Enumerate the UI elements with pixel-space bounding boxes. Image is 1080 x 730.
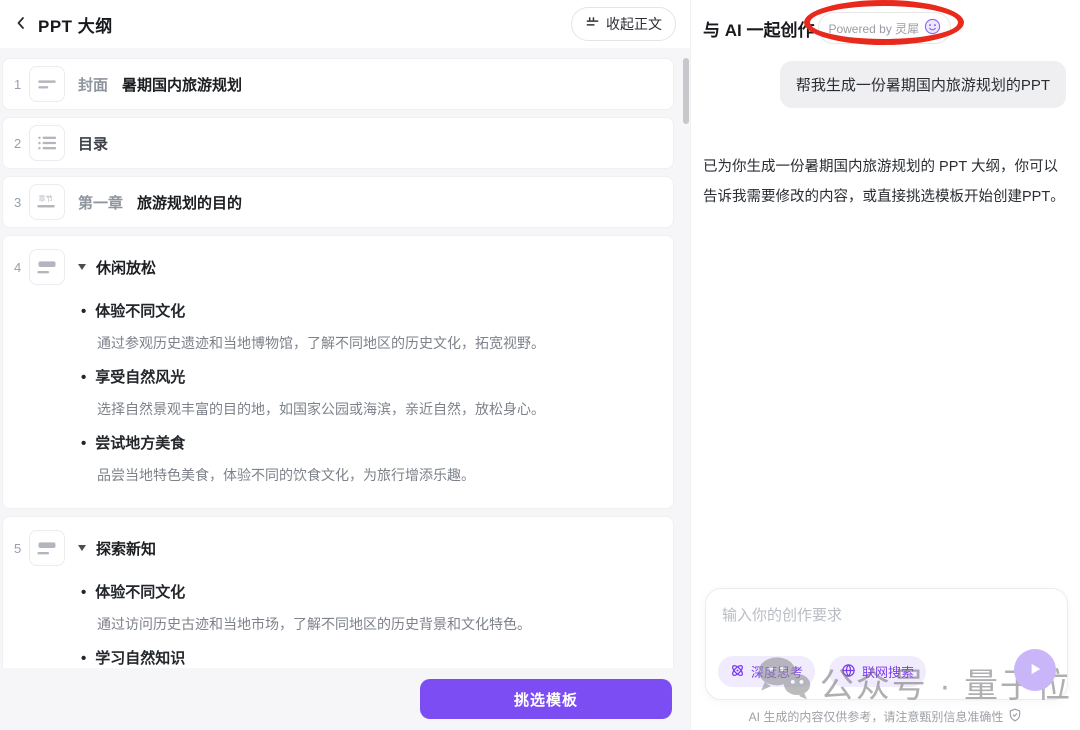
composer-options: 深度思考 联网搜索: [718, 656, 926, 687]
chapter-slide-icon: 章节: [29, 184, 65, 220]
chat-title: 与 AI 一起创作: [703, 16, 814, 41]
bullet-desc: 选择自然景观丰富的目的地，如国家公园或海滨，亲近自然，放松身心。: [97, 399, 661, 419]
outline-item-explore[interactable]: 5 探索新知 • 体验不同文化 通过访问历史古迹和当地市场，了解不同地区的历史背景…: [2, 516, 674, 668]
send-icon: [1026, 660, 1044, 681]
item-type-label: 封面: [78, 74, 108, 95]
item-number: 2: [11, 136, 27, 151]
bullet-dot: •: [81, 434, 86, 454]
globe-icon: [841, 663, 856, 681]
outline-list: 1 封面 暑期国内旅游规划 2 目录 3 章节: [0, 48, 690, 668]
ai-message: 已为你生成一份暑期国内旅游规划的 PPT 大纲，你可以告诉我需要修改的内容，或直…: [703, 152, 1066, 212]
outline-item-chapter[interactable]: 3 章节 第一章 旅游规划的目的: [2, 176, 674, 228]
bullet-item: • 尝试地方美食: [81, 434, 661, 454]
item-title: 目录: [78, 133, 108, 154]
app-window: PPT 大纲 收起正文 1 封面 暑期国内旅游规划 2: [0, 0, 1080, 730]
powered-by-badge: Powered by 灵犀: [818, 12, 951, 44]
bullet-title: 体验不同文化: [95, 583, 185, 603]
powered-by-label: Powered by 灵犀: [828, 20, 919, 37]
bullet-dot: •: [81, 302, 86, 322]
outline-item-cover[interactable]: 1 封面 暑期国内旅游规划: [2, 58, 674, 110]
bullet-title: 学习自然知识: [95, 649, 185, 668]
collapse-body-label: 收起正文: [606, 14, 662, 34]
collapse-body-button[interactable]: 收起正文: [571, 7, 676, 41]
svg-text:章节: 章节: [39, 194, 53, 203]
web-search-label: 联网搜索: [862, 662, 914, 681]
content-slide-icon: [29, 530, 65, 566]
cover-slide-icon: [29, 66, 65, 102]
item-header: 5 探索新知: [11, 530, 661, 566]
page-title: PPT 大纲: [38, 12, 113, 37]
web-search-toggle[interactable]: 联网搜索: [829, 656, 926, 687]
outline-panel: PPT 大纲 收起正文 1 封面 暑期国内旅游规划 2: [0, 0, 690, 730]
bullet-item: • 体验不同文化: [81, 583, 661, 603]
bullet-title: 体验不同文化: [95, 302, 185, 322]
back-button[interactable]: [10, 13, 32, 35]
item-title: 暑期国内旅游规划: [122, 74, 242, 95]
pick-template-button[interactable]: 挑选模板: [420, 679, 672, 719]
bullet-list: •体验不同文化 通过访问历史古迹和当地市场，了解不同地区的历史背景和文化特色。 …: [81, 583, 661, 668]
item-number: 5: [11, 541, 27, 556]
collapse-lines-icon: [585, 15, 600, 33]
prompt-input[interactable]: [722, 604, 1053, 646]
composer-card: 深度思考 联网搜索: [705, 588, 1068, 700]
bullet-dot: •: [81, 583, 86, 603]
bullet-item: • 体验不同文化: [81, 302, 661, 322]
shield-check-icon: [1008, 708, 1022, 725]
outline-header: PPT 大纲 收起正文: [0, 0, 690, 48]
caret-down-icon[interactable]: [78, 264, 86, 270]
toc-list-icon: [29, 125, 65, 161]
caret-down-icon[interactable]: [78, 545, 86, 551]
disclaimer: AI 生成的内容仅供参考，请注意甄别信息准确性: [691, 708, 1080, 725]
outline-item-leisure[interactable]: 4 休闲放松 • 体验不同文化 通过参观历史遗迹和当地博物馆，了解不同地区的历史文…: [2, 235, 674, 509]
user-message-bubble: 帮我生成一份暑期国内旅游规划的PPT: [780, 61, 1066, 108]
bullet-desc: 通过访问历史古迹和当地市场，了解不同地区的历史背景和文化特色。: [97, 614, 661, 634]
bullet-dot: •: [81, 649, 86, 668]
lingxi-smiley-logo-icon: [924, 18, 941, 38]
item-title: 探索新知: [96, 538, 156, 559]
chat-messages: 帮我生成一份暑期国内旅游规划的PPT 已为你生成一份暑期国内旅游规划的 PPT …: [691, 61, 1080, 212]
send-button[interactable]: [1014, 649, 1056, 691]
ai-chat-panel: 与 AI 一起创作 Powered by 灵犀 帮我生成一份暑期国内旅游规划的P…: [690, 0, 1080, 730]
outline-item-toc[interactable]: 2 目录: [2, 117, 674, 169]
bullet-item: • 享受自然风光: [81, 368, 661, 388]
bullet-desc: 通过参观历史遗迹和当地博物馆，了解不同地区的历史文化，拓宽视野。: [97, 333, 661, 353]
chat-header: 与 AI 一起创作 Powered by 灵犀: [691, 0, 1080, 44]
scrollbar-thumb[interactable]: [683, 58, 689, 124]
item-header: 4 休闲放松: [11, 249, 661, 285]
bullet-desc: 品尝当地特色美食，体验不同的饮食文化，为旅行增添乐趣。: [97, 465, 661, 485]
bullet-title: 享受自然风光: [95, 368, 185, 388]
bullet-dot: •: [81, 368, 86, 388]
item-title: 旅游规划的目的: [137, 192, 242, 213]
disclaimer-text: AI 生成的内容仅供参考，请注意甄别信息准确性: [749, 708, 1004, 725]
bullet-item: • 学习自然知识: [81, 649, 661, 668]
item-number: 4: [11, 260, 27, 275]
content-slide-icon: [29, 249, 65, 285]
outline-footer: 挑选模板: [0, 668, 690, 730]
chevron-left-icon: [13, 15, 29, 34]
deep-think-toggle[interactable]: 深度思考: [718, 656, 815, 687]
item-number: 1: [11, 77, 27, 92]
item-number: 3: [11, 195, 27, 210]
deep-think-label: 深度思考: [751, 662, 803, 681]
bullet-title: 尝试地方美食: [95, 434, 185, 454]
item-title: 休闲放松: [96, 257, 156, 278]
bullet-list: • 体验不同文化 通过参观历史遗迹和当地博物馆，了解不同地区的历史文化，拓宽视野。…: [81, 302, 661, 485]
atom-icon: [730, 663, 745, 681]
item-type-label: 第一章: [78, 192, 123, 213]
